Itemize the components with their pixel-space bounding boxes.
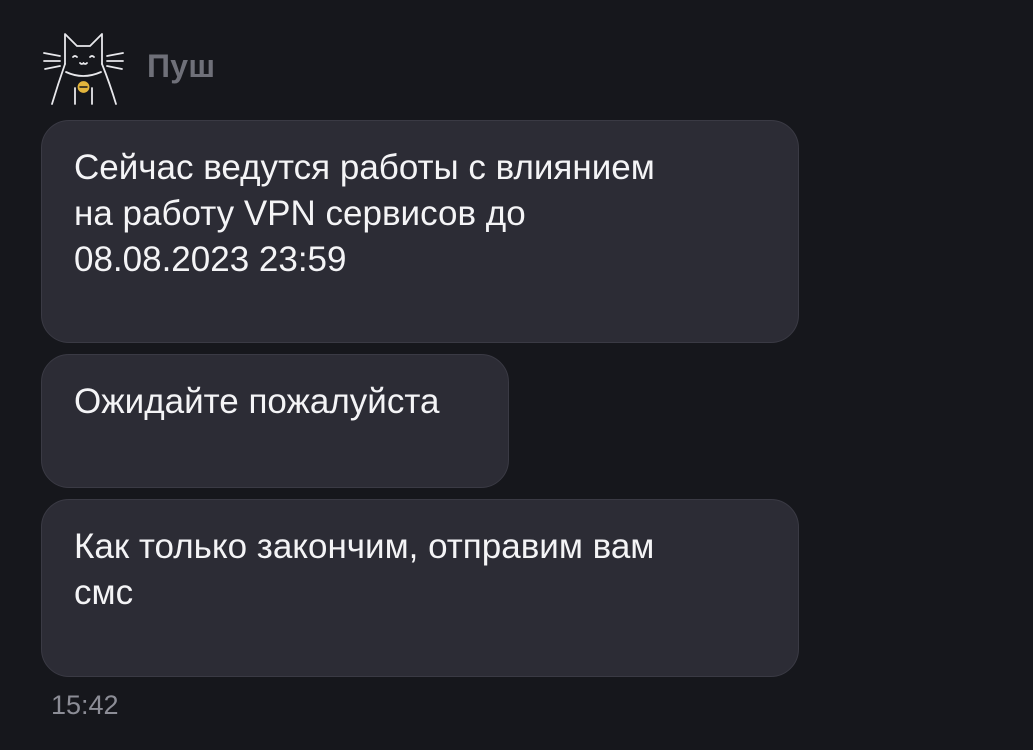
sender-name: Пуш xyxy=(147,48,216,84)
message-bubble: Ожидайте пожалуйста xyxy=(41,354,509,488)
message-bubble: Как только закончим, отправим вам смс xyxy=(41,499,799,677)
message-timestamp: 15:42 xyxy=(51,690,119,720)
message-bubble: Сейчас ведутся работы с влиянием на рабо… xyxy=(41,120,799,343)
cat-icon xyxy=(43,33,124,105)
message-sender-header: Пуш xyxy=(40,28,215,108)
